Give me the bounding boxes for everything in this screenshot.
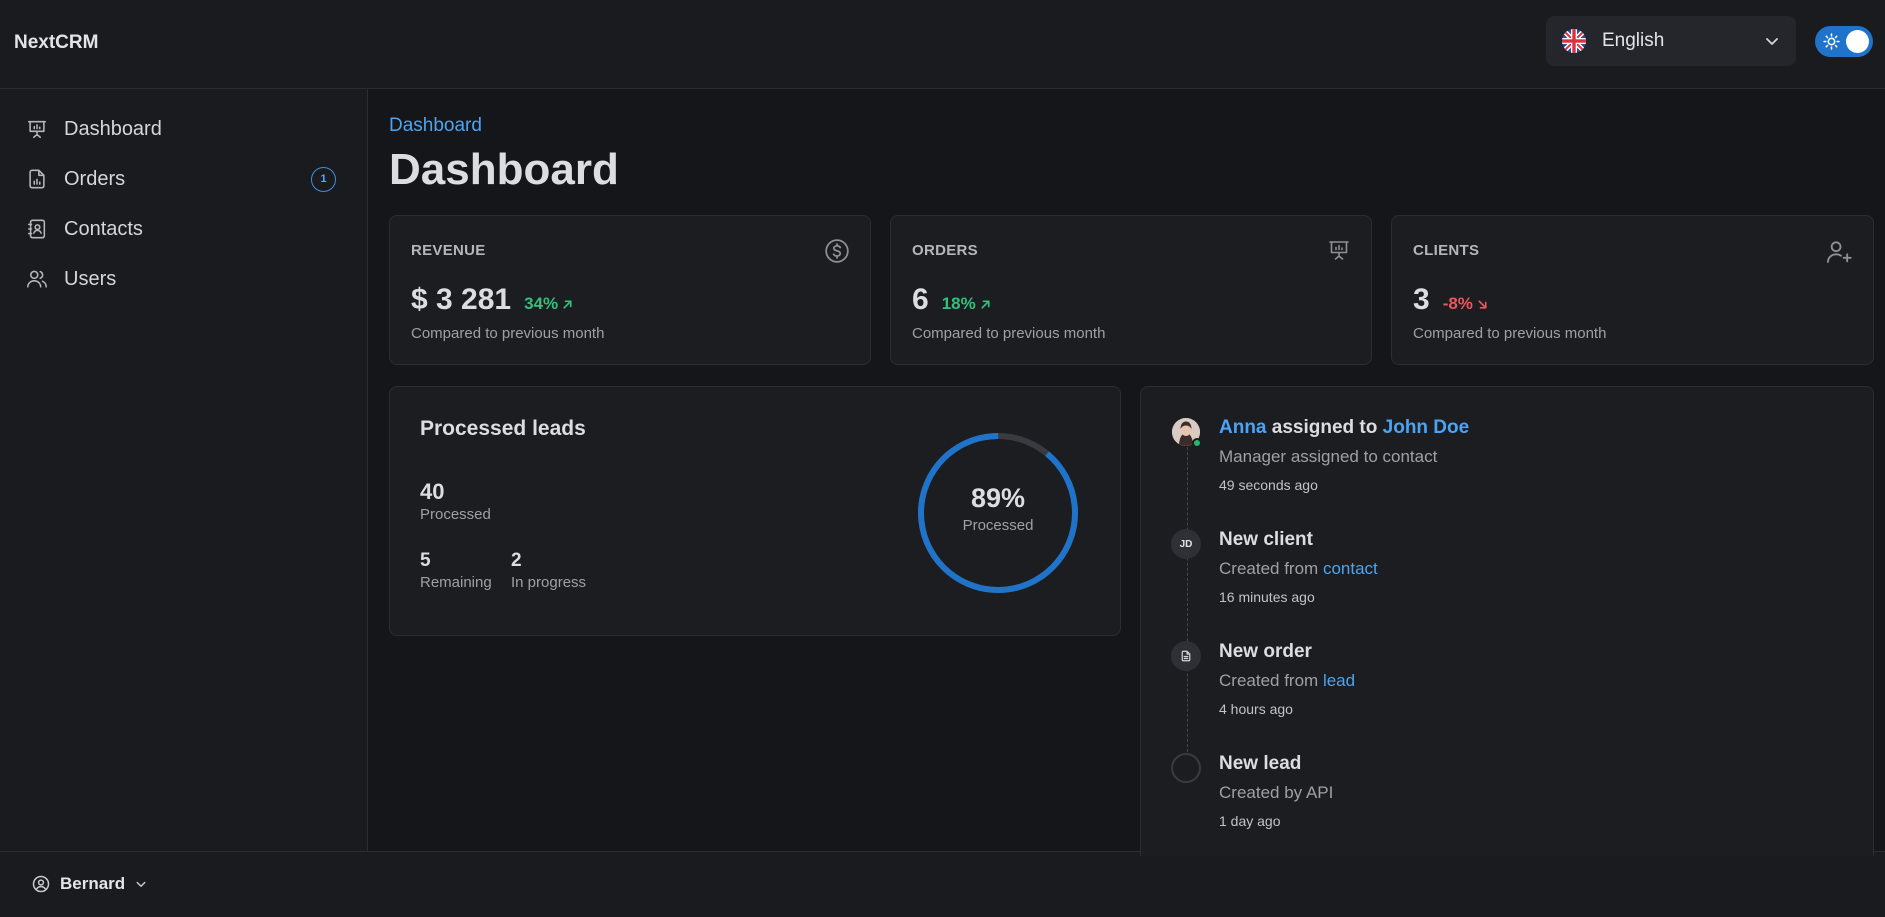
sidebar-item-label: Orders: [64, 167, 126, 190]
sidebar-item-orders[interactable]: Orders 1: [26, 159, 346, 199]
ring-label: Processed: [962, 517, 1034, 534]
stat-delta-text: -8%: [1442, 294, 1473, 313]
activity-verb: assigned to: [1266, 417, 1383, 438]
in-progress-label: In progress: [511, 574, 587, 591]
activity-time: 16 minutes ago: [1219, 589, 1315, 605]
stat-value: 6: [912, 283, 929, 316]
sidebar-item-label: Contacts: [64, 217, 143, 240]
arrow-up-right-icon: [558, 298, 574, 311]
document-chart-icon: [26, 168, 48, 190]
stat-delta-text: 18%: [941, 294, 976, 313]
stat-value: 3: [1413, 283, 1430, 316]
theme-toggle[interactable]: [1815, 26, 1873, 57]
in-progress-value: 2: [511, 550, 522, 571]
activity-title: New lead: [1219, 753, 1302, 774]
sidebar-footer: Bernard: [0, 851, 1885, 917]
activity-time: 49 seconds ago: [1219, 477, 1318, 493]
stat-delta: -8%: [1443, 294, 1489, 314]
ring-percent: 89%: [970, 483, 1026, 513]
activity-desc-link[interactable]: contact: [1323, 559, 1378, 578]
stat-note: Compared to previous month: [912, 325, 1106, 342]
sidebar: Dashboard Orders 1 Contacts Users: [0, 89, 368, 851]
sidebar-item-label: Dashboard: [64, 117, 162, 140]
presentation-chart-icon: [1327, 238, 1351, 262]
toggle-knob: [1846, 30, 1869, 53]
remaining-label: Remaining: [420, 574, 492, 591]
leads-title: Processed leads: [420, 417, 586, 440]
sidebar-item-contacts[interactable]: Contacts: [26, 209, 346, 249]
orders-card: ORDERS 6 18% Compared to previous month: [890, 215, 1372, 365]
arrow-down-right-icon: [1473, 298, 1489, 311]
activity-actor-link[interactable]: Anna: [1219, 417, 1267, 438]
presentation-chart-icon: [26, 118, 48, 140]
processed-leads-card: Processed leads 40 Processed 5 Remaining…: [389, 386, 1121, 636]
address-book-icon: [26, 218, 48, 240]
remaining-value: 5: [420, 550, 431, 571]
sidebar-item-dashboard[interactable]: Dashboard: [26, 109, 346, 149]
activity-time: 1 day ago: [1219, 813, 1281, 829]
activity-time: 4 hours ago: [1219, 701, 1293, 717]
revenue-card: REVENUE $ 3 281 34% Compared to previous…: [389, 215, 871, 365]
activity-title: New order: [1219, 641, 1312, 662]
activity-title: Anna assigned to John Doe: [1219, 417, 1469, 439]
activity-desc: Manager assigned to contact: [1219, 447, 1438, 466]
processed-value: 40: [420, 479, 445, 504]
sidebar-item-label: Users: [64, 267, 117, 290]
language-selected: English: [1602, 30, 1665, 51]
brand-logo[interactable]: NextCRM: [14, 32, 98, 54]
activity-desc: Created by API: [1219, 783, 1334, 802]
online-status-dot: [1192, 438, 1202, 448]
user-name: Bernard: [60, 874, 126, 893]
breadcrumb[interactable]: Dashboard: [389, 115, 482, 137]
sidebar-item-users[interactable]: Users: [26, 259, 346, 299]
activity-feed: Anna assigned to John Doe Manager assign…: [1140, 386, 1874, 856]
activity-desc-link[interactable]: lead: [1323, 671, 1355, 690]
clients-card: CLIENTS 3 -8% Compared to previous month: [1391, 215, 1874, 365]
activity-desc-prefix: Created from: [1219, 671, 1323, 690]
page-title: Dashboard: [389, 145, 619, 194]
stat-title: CLIENTS: [1413, 242, 1480, 259]
stat-title: REVENUE: [411, 242, 486, 259]
activity-desc: Created from lead: [1219, 671, 1355, 691]
initials-avatar: JD: [1171, 529, 1201, 559]
chevron-down-icon: [1764, 33, 1780, 49]
language-select[interactable]: English: [1546, 16, 1796, 66]
timeline-connector: [1187, 442, 1188, 762]
arrow-up-right-icon: [976, 298, 992, 311]
stat-note: Compared to previous month: [411, 325, 605, 342]
activity-title: New client: [1219, 529, 1313, 550]
activity-desc-prefix: Created from: [1219, 559, 1323, 578]
activity-desc: Created from contact: [1219, 559, 1378, 579]
user-circle-icon: [32, 875, 50, 893]
chevron-down-icon: [135, 878, 147, 890]
uk-flag-icon: [1562, 29, 1586, 53]
stat-note: Compared to previous month: [1413, 325, 1607, 342]
processed-label: Processed: [420, 506, 491, 523]
dollar-circle-icon: [824, 238, 850, 264]
stat-value: $ 3 281: [411, 283, 512, 316]
activity-target-link[interactable]: John Doe: [1383, 417, 1470, 438]
top-bar: NextCRM English: [0, 0, 1885, 89]
stat-delta: 34%: [524, 294, 574, 314]
stat-title: ORDERS: [912, 242, 978, 259]
stat-delta-text: 34%: [524, 294, 559, 313]
stat-delta: 18%: [942, 294, 992, 314]
document-icon: [1171, 641, 1201, 671]
empty-bullet: [1171, 753, 1201, 783]
orders-count-badge: 1: [311, 166, 336, 192]
sun-icon: [1823, 33, 1840, 50]
user-plus-icon: [1825, 238, 1853, 266]
users-icon: [26, 268, 48, 290]
user-menu[interactable]: Bernard: [32, 874, 147, 894]
